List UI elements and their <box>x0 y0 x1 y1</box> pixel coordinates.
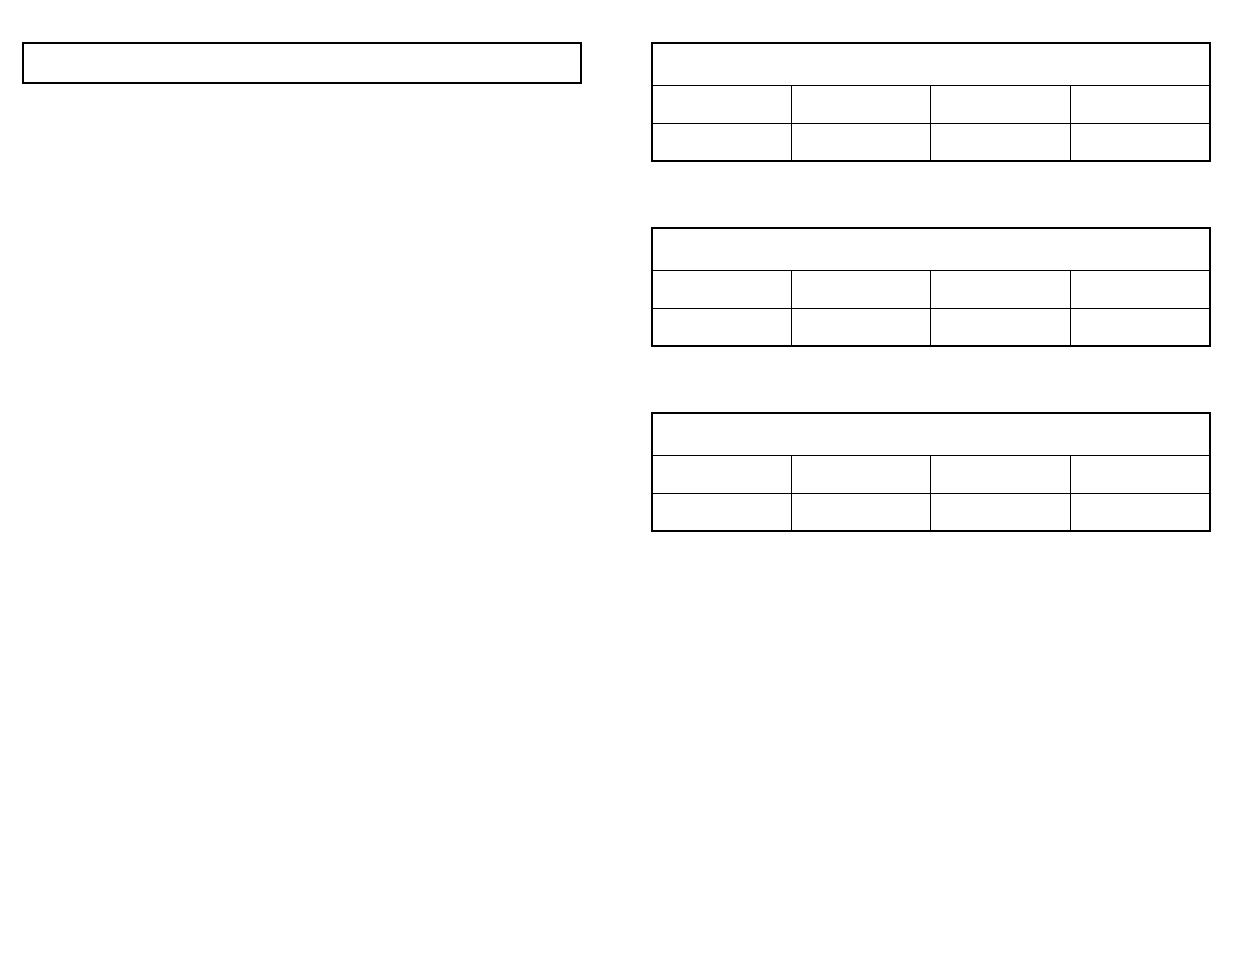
table-2-title-row <box>652 228 1210 270</box>
cell <box>931 455 1070 493</box>
table-row <box>652 85 1210 123</box>
cell <box>792 85 931 123</box>
cell <box>652 270 792 308</box>
cell <box>792 455 931 493</box>
table-3-title <box>652 413 1210 455</box>
left-header-box <box>22 42 582 84</box>
table-2 <box>651 227 1211 347</box>
cell <box>652 455 792 493</box>
cell <box>931 308 1070 346</box>
table-1-title-row <box>652 43 1210 85</box>
cell <box>652 123 792 161</box>
cell <box>1070 85 1210 123</box>
table-row <box>652 123 1210 161</box>
table-3 <box>651 412 1211 532</box>
table-1-title <box>652 43 1210 85</box>
cell <box>1070 308 1210 346</box>
cell <box>792 308 931 346</box>
cell <box>792 493 931 531</box>
cell <box>931 270 1070 308</box>
cell <box>931 493 1070 531</box>
table-row <box>652 455 1210 493</box>
cell <box>1070 493 1210 531</box>
table-1 <box>651 42 1211 162</box>
cell <box>652 493 792 531</box>
cell <box>1070 455 1210 493</box>
cell <box>652 308 792 346</box>
cell <box>792 270 931 308</box>
table-row <box>652 270 1210 308</box>
table-3-title-row <box>652 413 1210 455</box>
cell <box>1070 123 1210 161</box>
table-row <box>652 308 1210 346</box>
cell <box>792 123 931 161</box>
table-2-title <box>652 228 1210 270</box>
cell <box>652 85 792 123</box>
cell <box>931 85 1070 123</box>
cell <box>1070 270 1210 308</box>
table-row <box>652 493 1210 531</box>
cell <box>931 123 1070 161</box>
